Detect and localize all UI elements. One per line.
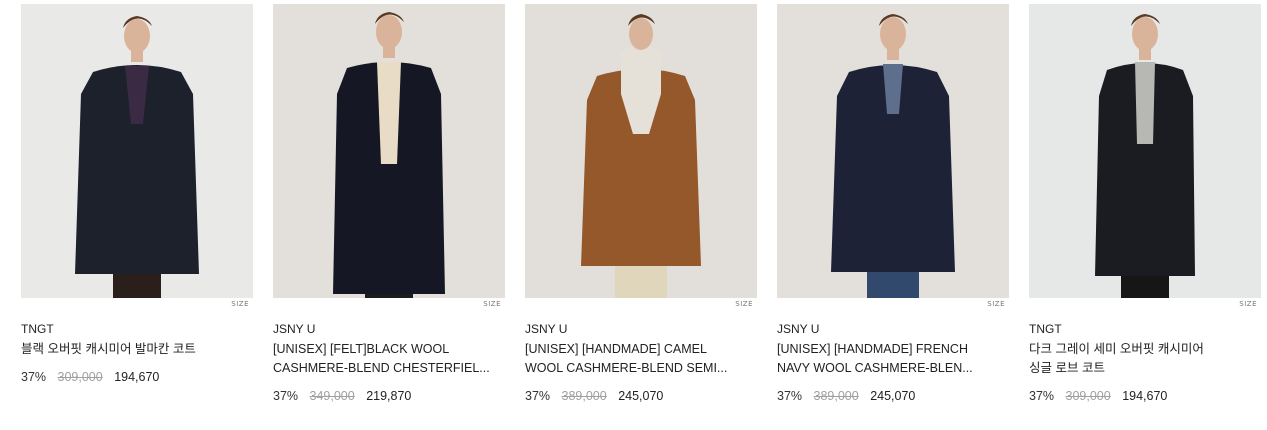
product-card[interactable]: SIZE JSNY U [UNISEX] [HANDMADE] FRENCH N…	[777, 4, 1009, 405]
brand-name[interactable]: JSNY U	[525, 320, 757, 338]
product-name-line2: WOOL CASHMERE-BLEND SEMI...	[525, 361, 728, 375]
brand-name[interactable]: JSNY U	[273, 320, 505, 338]
sale-price: 245,070	[618, 389, 664, 403]
brand-name[interactable]: TNGT	[1029, 320, 1261, 338]
price-row: 37% 389,000 245,070	[777, 387, 1009, 405]
brand-name[interactable]: JSNY U	[777, 320, 1009, 338]
model-illustration	[525, 4, 757, 298]
size-tag: SIZE	[987, 300, 1005, 308]
product-image[interactable]	[525, 4, 757, 298]
product-name-line1: 다크 그레이 세미 오버핏 캐시미어	[1029, 342, 1204, 356]
sale-price: 245,070	[870, 389, 916, 403]
size-tag: SIZE	[231, 300, 249, 308]
model-illustration	[777, 4, 1009, 298]
price-row: 37% 349,000 219,870	[273, 387, 505, 405]
model-illustration	[1029, 4, 1261, 298]
discount-rate: 37%	[273, 389, 299, 403]
product-name[interactable]: 블랙 오버핏 캐시미어 발마칸 코트	[21, 340, 253, 359]
original-price: 349,000	[309, 389, 355, 403]
product-card[interactable]: SIZE TNGT 블랙 오버핏 캐시미어 발마칸 코트 37% 309,000…	[21, 4, 253, 386]
product-card[interactable]: SIZE TNGT 다크 그레이 세미 오버핏 캐시미어 싱글 로브 코트 37…	[1029, 4, 1261, 405]
price-row: 37% 309,000 194,670	[1029, 387, 1261, 405]
brand-name[interactable]: TNGT	[21, 320, 253, 338]
original-price: 309,000	[1065, 389, 1111, 403]
product-name-line1: [UNISEX] [HANDMADE] CAMEL	[525, 342, 707, 356]
price-row: 37% 309,000 194,670	[21, 368, 253, 386]
product-grid: SIZE TNGT 블랙 오버핏 캐시미어 발마칸 코트 37% 309,000…	[0, 0, 1267, 430]
product-image[interactable]	[777, 4, 1009, 298]
discount-rate: 37%	[1029, 389, 1055, 403]
product-card[interactable]: SIZE JSNY U [UNISEX] [FELT]BLACK WOOL CA…	[273, 4, 505, 405]
original-price: 389,000	[561, 389, 607, 403]
product-name-line1: [UNISEX] [HANDMADE] FRENCH	[777, 342, 968, 356]
product-name-line2: 싱글 로브 코트	[1029, 361, 1105, 375]
product-card[interactable]: SIZE JSNY U [UNISEX] [HANDMADE] CAMEL WO…	[525, 4, 757, 405]
product-name-line1: [UNISEX] [FELT]BLACK WOOL	[273, 342, 450, 356]
product-name[interactable]: 다크 그레이 세미 오버핏 캐시미어 싱글 로브 코트	[1029, 340, 1261, 378]
size-tag: SIZE	[735, 300, 753, 308]
product-image[interactable]	[21, 4, 253, 298]
discount-rate: 37%	[777, 389, 803, 403]
size-tag: SIZE	[1239, 300, 1257, 308]
model-illustration	[273, 4, 505, 298]
product-name[interactable]: [UNISEX] [HANDMADE] CAMEL WOOL CASHMERE-…	[525, 340, 757, 378]
size-tag: SIZE	[483, 300, 501, 308]
original-price: 309,000	[57, 370, 103, 384]
discount-rate: 37%	[525, 389, 551, 403]
product-name-line1: 블랙 오버핏 캐시미어 발마칸 코트	[21, 342, 196, 356]
sale-price: 219,870	[366, 389, 412, 403]
price-row: 37% 389,000 245,070	[525, 387, 757, 405]
product-image[interactable]	[1029, 4, 1261, 298]
discount-rate: 37%	[21, 370, 47, 384]
product-image[interactable]	[273, 4, 505, 298]
sale-price: 194,670	[114, 370, 160, 384]
product-name-line2: NAVY WOOL CASHMERE-BLEN...	[777, 361, 973, 375]
product-name-line2: CASHMERE-BLEND CHESTERFIEL...	[273, 361, 490, 375]
original-price: 389,000	[813, 389, 859, 403]
product-name[interactable]: [UNISEX] [FELT]BLACK WOOL CASHMERE-BLEND…	[273, 340, 505, 378]
product-name[interactable]: [UNISEX] [HANDMADE] FRENCH NAVY WOOL CAS…	[777, 340, 1009, 378]
sale-price: 194,670	[1122, 389, 1168, 403]
model-illustration	[21, 4, 253, 298]
